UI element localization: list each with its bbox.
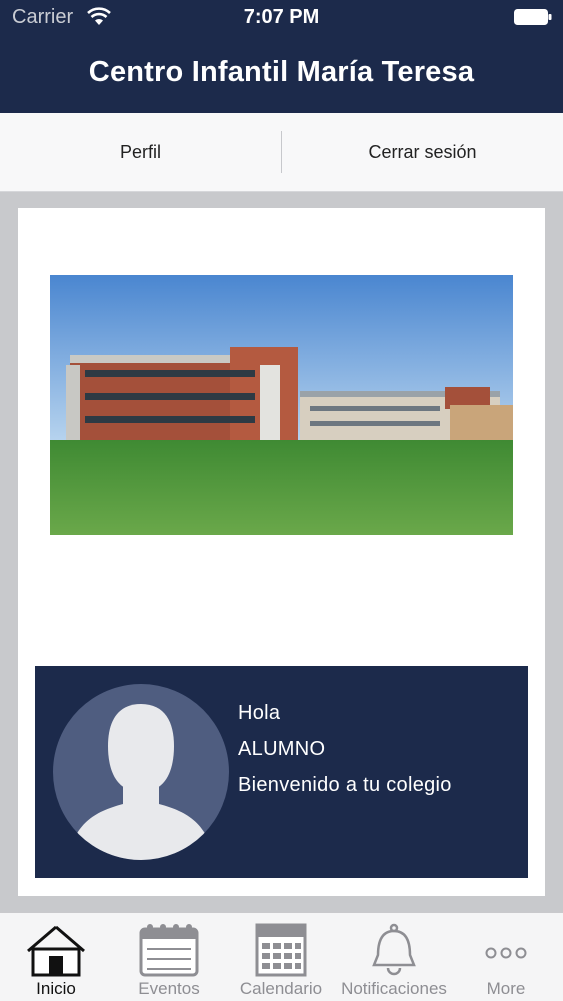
tab-bar: Inicio Eventos Calendario Notificaciones… — [0, 912, 563, 1001]
school-photo — [50, 275, 513, 535]
logout-button[interactable]: Cerrar sesión — [282, 113, 563, 191]
profile-button[interactable]: Perfil — [0, 113, 281, 191]
tab-label-eventos: Eventos — [138, 979, 200, 998]
action-bar: Perfil Cerrar sesión — [0, 113, 563, 192]
status-time: 7:07 PM — [243, 6, 320, 28]
welcome-message: Bienvenido a tu colegio — [238, 774, 452, 796]
tab-more[interactable]: More — [450, 913, 562, 1001]
tab-label-more: More — [486, 979, 526, 998]
more-icon — [485, 947, 527, 959]
calendar-icon — [139, 924, 199, 977]
profile-panel: Hola ALUMNO Bienvenido a tu colegio — [35, 666, 528, 878]
tab-label-notificaciones: Notificaciones — [341, 979, 447, 998]
tab-label-calendario: Calendario — [239, 979, 323, 998]
tab-notificaciones[interactable]: Notificaciones — [338, 913, 450, 1001]
greeting-text: Hola — [238, 702, 281, 724]
battery-icon — [514, 9, 552, 25]
tab-calendario[interactable]: Calendario — [225, 913, 337, 1001]
status-bar: Carrier 7:07 PM — [0, 0, 563, 36]
schedule-icon — [255, 923, 307, 977]
person-silhouette-icon — [67, 704, 215, 860]
student-name: ALUMNO — [238, 738, 326, 760]
tab-eventos[interactable]: Eventos — [113, 913, 225, 1001]
tab-inicio[interactable]: Inicio — [0, 913, 112, 1001]
home-icon — [27, 925, 85, 977]
tab-label-inicio: Inicio — [36, 979, 76, 998]
avatar — [53, 684, 229, 860]
bell-icon — [372, 923, 416, 976]
home-card: Hola ALUMNO Bienvenido a tu colegio — [18, 208, 545, 896]
page-title: Centro Infantil María Teresa — [88, 56, 475, 88]
app-header: Carrier 7:07 PM Centro Infantil María Te… — [0, 0, 563, 113]
